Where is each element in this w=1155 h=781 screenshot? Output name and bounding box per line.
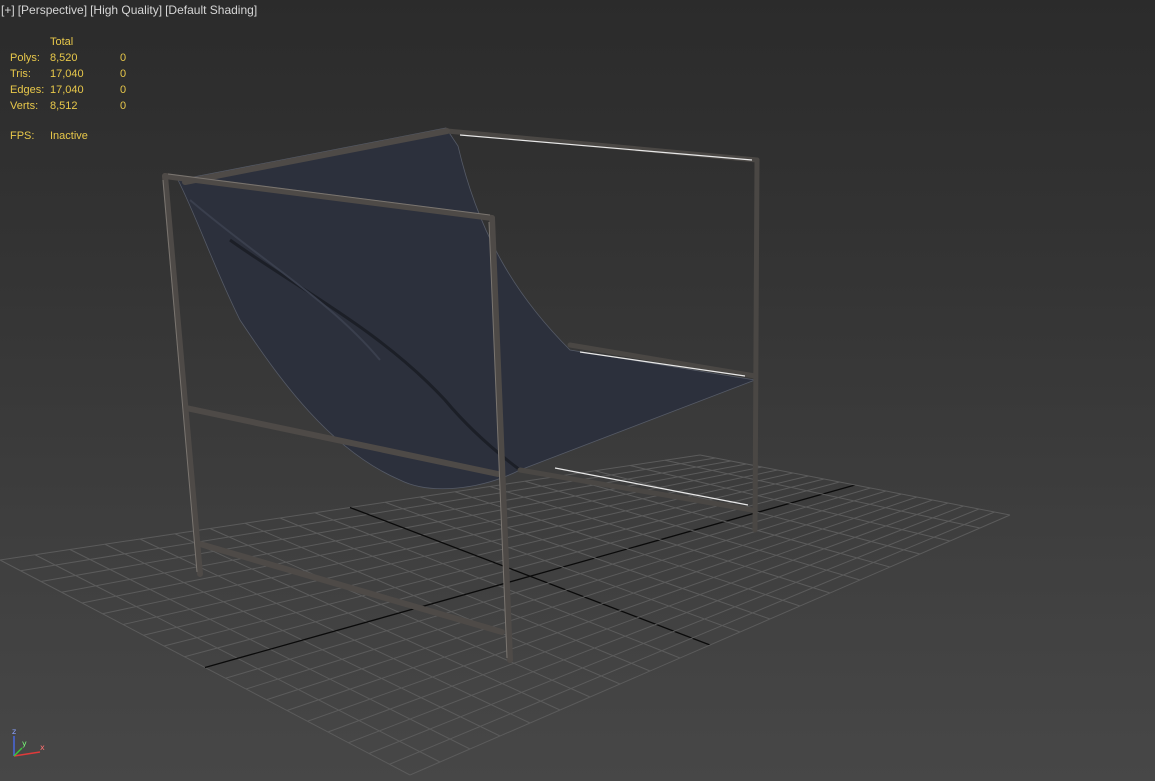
z-axis-label: z [12,727,16,736]
stats-label: Verts: [10,100,39,112]
statistics-overlay: Total Polys: 8,520 0 Tris: 17,040 0 Edge… [10,34,140,114]
fps-value: Inactive [50,130,88,142]
stats-selected: 0 [120,100,127,112]
x-axis-label: x [40,743,45,752]
stats-selected: 0 [120,52,127,64]
stats-total: 17,040 [50,84,84,96]
viewport-label-menu[interactable]: [+] [Perspective] [High Quality] [Defaul… [1,3,257,17]
stats-label: Edges: [10,84,45,96]
stats-header-total: Total [50,36,74,48]
stats-total: 8,520 [50,52,78,64]
chair-sling-fabric [177,127,757,490]
fps-readout: FPS: Inactive [10,130,88,142]
stats-total: 8,512 [50,100,78,112]
perspective-viewport[interactable]: [+] [Perspective] [High Quality] [Defaul… [0,0,1155,781]
viewport-quality-menu[interactable]: [High Quality] [90,3,162,17]
stats-total: 17,040 [50,68,84,80]
stats-row-polys: Polys: 8,520 0 [10,50,140,66]
stats-row-tris: Tris: 17,040 0 [10,66,140,82]
stats-selected: 0 [120,84,127,96]
stats-row-edges: Edges: 17,040 0 [10,82,140,98]
viewport-point-of-view-menu[interactable]: [Perspective] [18,3,87,17]
stats-row-verts: Verts: 8,512 0 [10,98,140,114]
stats-label: Tris: [10,68,31,80]
chair-model[interactable] [162,127,760,663]
stats-label: Polys: [10,52,40,64]
stats-header-row: Total [10,34,140,50]
y-axis-label: y [22,739,27,748]
grid-line [699,454,1011,516]
viewport-general-menu[interactable]: [+] [1,3,15,17]
scene-canvas[interactable] [0,0,1155,781]
fps-label: FPS: [10,130,35,142]
stats-selected: 0 [120,68,127,80]
viewport-shading-menu[interactable]: [Default Shading] [165,3,257,17]
grid-line [409,514,1011,776]
axis-tripod-icon: z x y [12,727,45,757]
